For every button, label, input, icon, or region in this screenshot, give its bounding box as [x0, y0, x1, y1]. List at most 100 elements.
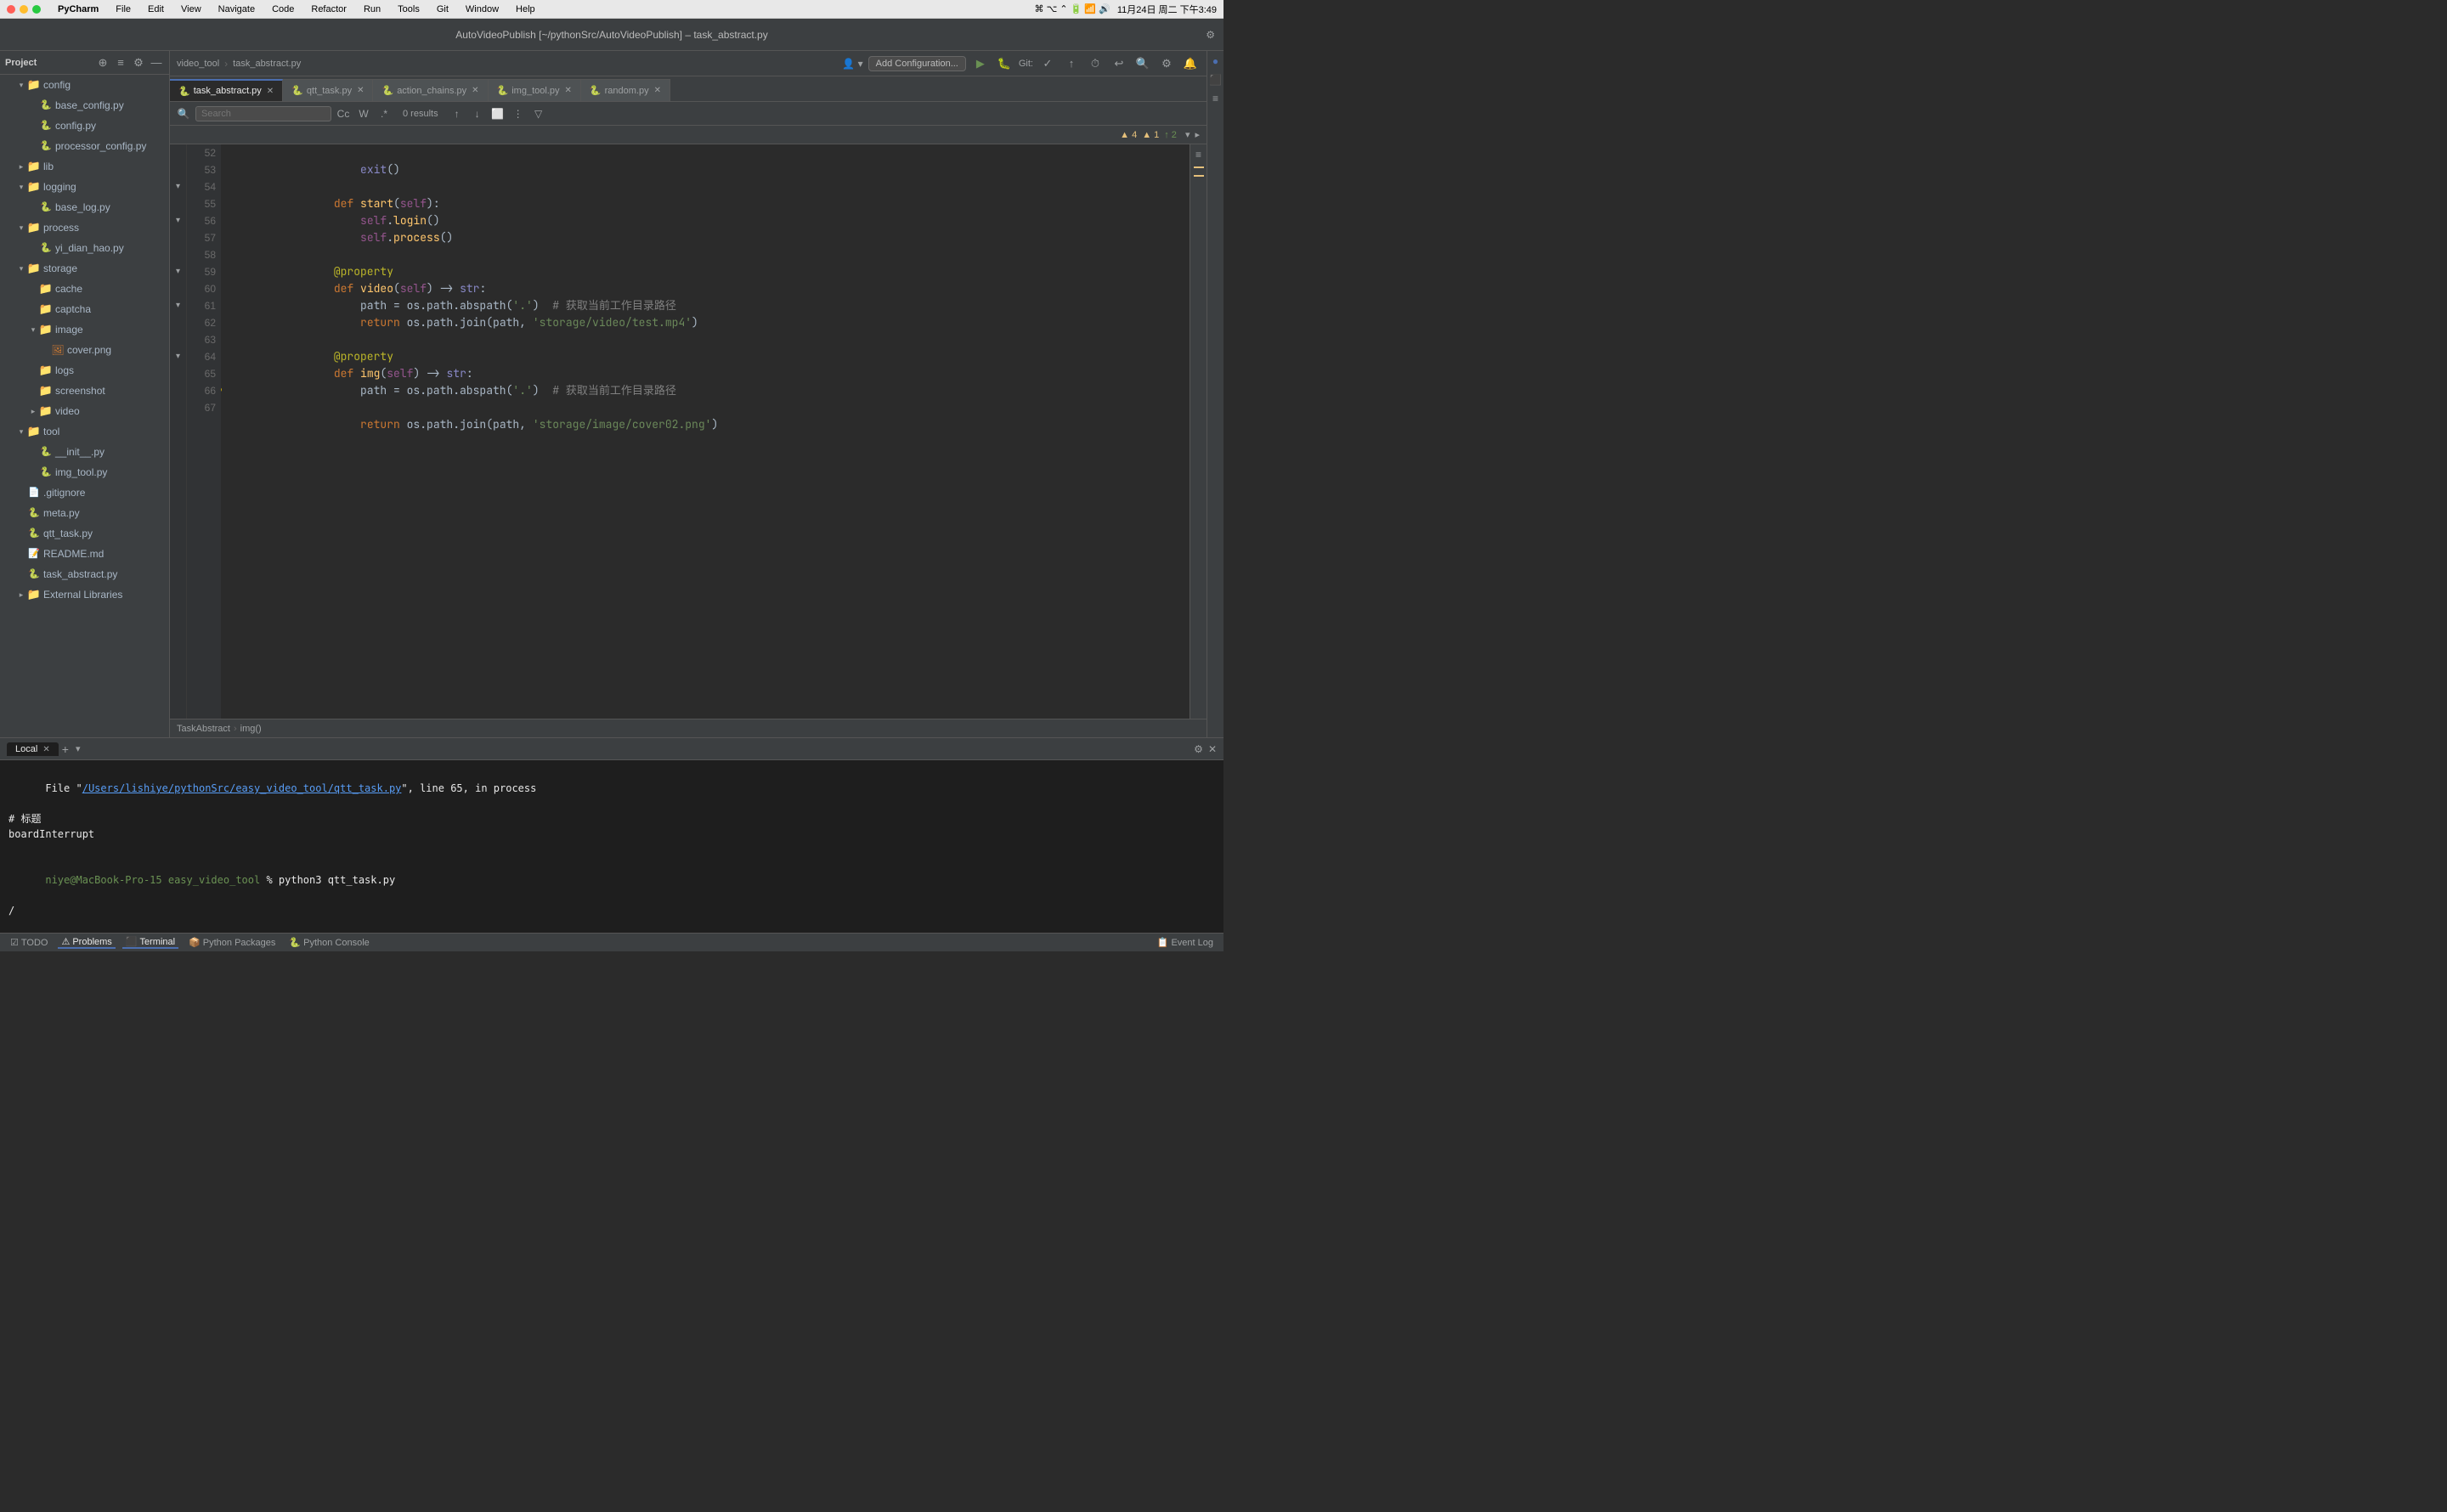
- user-icon[interactable]: 👤 ▾: [842, 58, 862, 70]
- expand-icon[interactable]: ▸: [1195, 129, 1200, 140]
- sidebar-item-screenshot[interactable]: 📁 screenshot: [0, 381, 169, 401]
- git-back-icon[interactable]: ↩: [1110, 54, 1128, 73]
- sidebar-item-yi-dian[interactable]: 🐍 yi_dian_hao.py: [0, 238, 169, 258]
- bottom-tab-problems[interactable]: ⚠ Problems: [58, 936, 115, 949]
- minimize-button[interactable]: [20, 5, 28, 14]
- menu-help[interactable]: Help: [512, 4, 539, 14]
- maximize-button[interactable]: [32, 5, 41, 14]
- window-controls[interactable]: [7, 5, 41, 14]
- bottom-tab-python-packages[interactable]: 📦 Python Packages: [185, 937, 279, 948]
- lightbulb-icon[interactable]: 💡: [221, 384, 224, 401]
- sidebar-item-process[interactable]: ▾ 📁 process: [0, 217, 169, 238]
- terminal-settings-icon[interactable]: ⚙: [1194, 743, 1203, 755]
- term-link-1[interactable]: /Users/lishiye/pythonSrc/easy_video_tool…: [82, 782, 402, 794]
- panel-icon-2[interactable]: ⬛: [1209, 73, 1223, 87]
- tab-close-2[interactable]: ✕: [472, 86, 478, 95]
- menu-run[interactable]: Run: [360, 4, 384, 14]
- sidebar-item-captcha[interactable]: 📁 captcha: [0, 299, 169, 319]
- sidebar-item-init[interactable]: 🐍 __init__.py: [0, 442, 169, 462]
- sidebar-item-logging[interactable]: ▾ 📁 logging: [0, 177, 169, 197]
- git-update-icon[interactable]: ✓: [1038, 54, 1057, 73]
- menu-git[interactable]: Git: [433, 4, 452, 14]
- terminal-close-icon[interactable]: ✕: [1208, 743, 1217, 755]
- menu-refactor[interactable]: Refactor: [308, 4, 350, 14]
- search-everywhere-icon[interactable]: 🔍: [1133, 54, 1152, 73]
- sidebar-item-external-libraries[interactable]: ▸ 📁 External Libraries: [0, 584, 169, 605]
- menu-code[interactable]: Code: [268, 4, 297, 14]
- code-content[interactable]: exit() def start(self): self.login() sel…: [221, 144, 1190, 719]
- sidebar-item-base-config[interactable]: 🐍 base_config.py: [0, 95, 169, 116]
- close-button[interactable]: [7, 5, 15, 14]
- sidebar-options-icon[interactable]: ⚙: [131, 55, 146, 71]
- gutter-line-54[interactable]: ▾: [170, 178, 186, 195]
- sidebar-item-img-tool[interactable]: 🐍 img_tool.py: [0, 462, 169, 482]
- sidebar-item-gitignore[interactable]: 📄 .gitignore: [0, 482, 169, 503]
- fold-icon[interactable]: ▾: [1185, 129, 1190, 140]
- git-history-icon[interactable]: ⏱: [1086, 54, 1105, 73]
- menu-window[interactable]: Window: [462, 4, 502, 14]
- bottom-tab-todo[interactable]: ☑ TODO: [7, 937, 51, 948]
- sidebar-item-processor-config[interactable]: 🐍 processor_config.py: [0, 136, 169, 156]
- collapse-all-icon[interactable]: ≡: [1192, 148, 1206, 161]
- tab-close-1[interactable]: ✕: [357, 86, 364, 95]
- menu-navigate[interactable]: Navigate: [215, 4, 258, 14]
- terminal-tab-local[interactable]: Local ✕: [7, 742, 59, 756]
- panel-icon-3[interactable]: ≡: [1209, 92, 1223, 105]
- sidebar-locate-icon[interactable]: ⊕: [95, 55, 110, 71]
- terminal-tab-close[interactable]: ✕: [42, 745, 49, 754]
- gutter-line-61[interactable]: ▾: [170, 297, 186, 314]
- tab-random[interactable]: 🐍 random.py ✕: [581, 79, 670, 101]
- whole-word-icon[interactable]: W: [355, 105, 372, 122]
- sidebar-item-storage[interactable]: ▾ 📁 storage: [0, 258, 169, 279]
- sidebar-item-meta[interactable]: 🐍 meta.py: [0, 503, 169, 523]
- add-config-button[interactable]: Add Configuration...: [868, 56, 966, 71]
- sidebar-item-video[interactable]: ▸ 📁 video: [0, 401, 169, 421]
- sidebar-collapse-icon[interactable]: ≡: [113, 55, 128, 71]
- tab-task-abstract[interactable]: 🐍 task_abstract.py ✕: [170, 79, 283, 101]
- menu-tools[interactable]: Tools: [394, 4, 423, 14]
- search-input[interactable]: [195, 106, 331, 121]
- bottom-tab-terminal[interactable]: ⬛ Terminal: [122, 936, 178, 949]
- terminal-add-button[interactable]: +: [62, 742, 69, 756]
- search-icon[interactable]: 🔍: [175, 105, 192, 122]
- terminal-content[interactable]: File "/Users/lishiye/pythonSrc/easy_vide…: [0, 760, 1224, 933]
- menu-edit[interactable]: Edit: [144, 4, 167, 14]
- regex-icon[interactable]: .*: [376, 105, 393, 122]
- panel-icon-1[interactable]: ●: [1209, 54, 1223, 68]
- sidebar-item-config-py[interactable]: 🐍 config.py: [0, 116, 169, 136]
- sidebar-close-icon[interactable]: —: [149, 55, 164, 71]
- menu-view[interactable]: View: [178, 4, 205, 14]
- settings-icon[interactable]: ⚙: [1206, 29, 1215, 41]
- notifications-icon[interactable]: 🔔: [1181, 54, 1200, 73]
- gutter-line-56[interactable]: ▾: [170, 212, 186, 229]
- sidebar-item-logs[interactable]: 📁 logs: [0, 360, 169, 381]
- settings-icon[interactable]: ⚙: [1157, 54, 1176, 73]
- menu-file[interactable]: File: [112, 4, 134, 14]
- sidebar-item-cache[interactable]: 📁 cache: [0, 279, 169, 299]
- sidebar-item-config[interactable]: ▾ 📁 config: [0, 75, 169, 95]
- prev-result-icon[interactable]: ↑: [449, 105, 466, 122]
- sidebar-item-tool[interactable]: ▾ 📁 tool: [0, 421, 169, 442]
- bottom-tab-python-console[interactable]: 🐍 Python Console: [285, 937, 372, 948]
- replace-icon[interactable]: ⬜: [489, 105, 506, 122]
- sidebar-item-image[interactable]: ▾ 📁 image: [0, 319, 169, 340]
- tab-img-tool[interactable]: 🐍 img_tool.py ✕: [489, 79, 581, 101]
- tab-action-chains[interactable]: 🐍 action_chains.py ✕: [373, 79, 488, 101]
- terminal-dropdown[interactable]: ▾: [76, 743, 81, 754]
- tab-close-3[interactable]: ✕: [565, 86, 572, 95]
- match-case-icon[interactable]: Cc: [335, 105, 352, 122]
- run-button[interactable]: ▶: [971, 54, 990, 73]
- sidebar-item-readme[interactable]: 📝 README.md: [0, 544, 169, 564]
- next-result-icon[interactable]: ↓: [469, 105, 486, 122]
- tab-qtt-task[interactable]: 🐍 qtt_task.py ✕: [283, 79, 373, 101]
- sidebar-item-qtt-task[interactable]: 🐍 qtt_task.py: [0, 523, 169, 544]
- gutter-line-64[interactable]: ▾: [170, 348, 186, 365]
- tab-close-4[interactable]: ✕: [654, 86, 661, 95]
- sidebar-item-cover-png[interactable]: 🖼 cover.png: [0, 340, 169, 360]
- search-options-icon[interactable]: ⋮: [510, 105, 527, 122]
- bottom-tab-event-log[interactable]: 📋 Event Log: [1154, 937, 1217, 948]
- sidebar-item-base-log[interactable]: 🐍 base_log.py: [0, 197, 169, 217]
- sidebar-item-lib[interactable]: ▸ 📁 lib: [0, 156, 169, 177]
- git-push-icon[interactable]: ↑: [1062, 54, 1081, 73]
- sidebar-item-task-abstract[interactable]: 🐍 task_abstract.py: [0, 564, 169, 584]
